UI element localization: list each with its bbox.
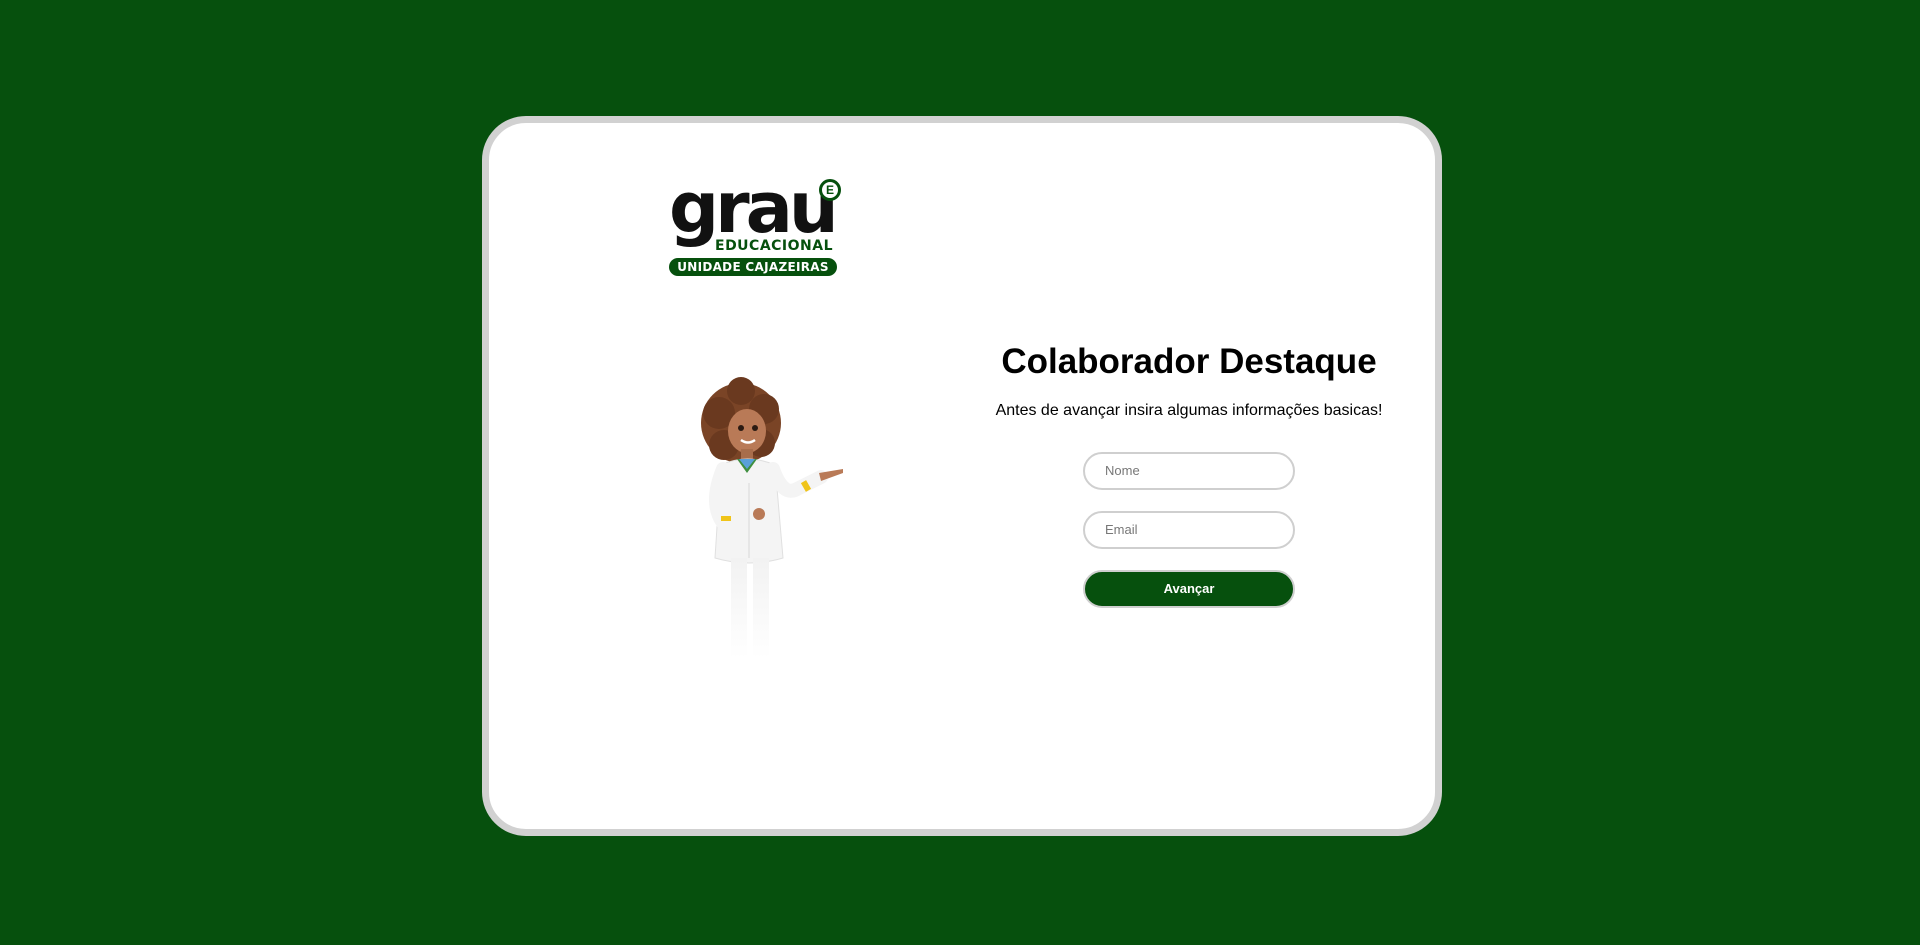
page-subtitle: Antes de avançar insira algumas informaç… xyxy=(995,401,1383,419)
grau-logo: grau E EDUCACIONAL UNIDADE CAJAZEIRAS xyxy=(669,173,849,279)
email-input[interactable] xyxy=(1083,510,1295,549)
page-title: Colaborador Destaque xyxy=(1001,342,1377,381)
login-card: grau E EDUCACIONAL UNIDADE CAJAZEIRAS Co… xyxy=(482,116,1442,836)
submit-button[interactable]: Avançar xyxy=(1083,569,1295,608)
mascot-illustration xyxy=(701,377,843,658)
logo-subtitle: EDUCACIONAL xyxy=(715,238,834,254)
logo-badge: E xyxy=(819,179,841,201)
form-area: Colaborador Destaque Antes de avançar in… xyxy=(969,342,1409,608)
logo-unit-label: UNIDADE CAJAZEIRAS xyxy=(669,258,837,276)
name-input[interactable] xyxy=(1083,451,1295,490)
logo-wordmark: grau xyxy=(669,167,839,249)
